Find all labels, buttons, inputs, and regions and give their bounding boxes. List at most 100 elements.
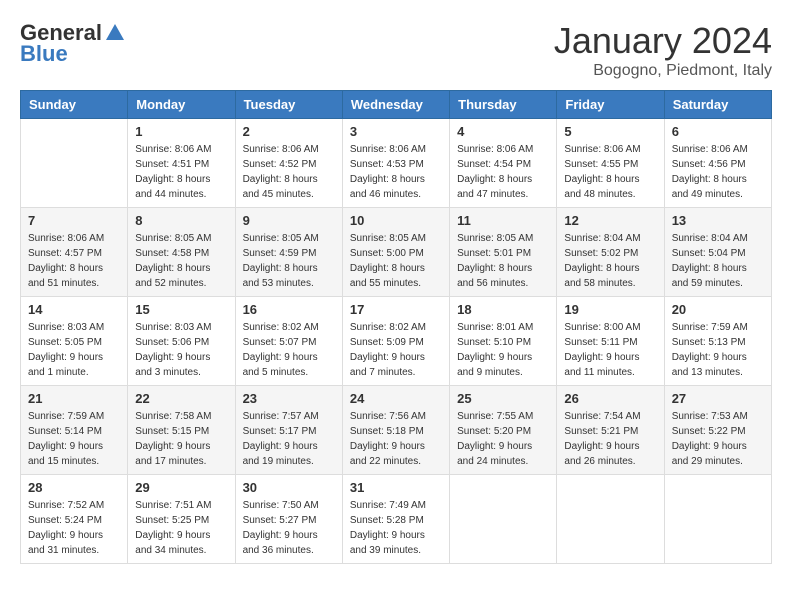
header-friday: Friday: [557, 91, 664, 119]
day-info: Sunrise: 7:51 AMSunset: 5:25 PMDaylight:…: [135, 498, 227, 558]
day-info: Sunrise: 7:53 AMSunset: 5:22 PMDaylight:…: [672, 409, 764, 469]
day-cell: 25Sunrise: 7:55 AMSunset: 5:20 PMDayligh…: [450, 386, 557, 475]
day-cell: 2 Sunrise: 8:06 AMSunset: 4:52 PMDaylight…: [235, 119, 342, 208]
day-cell: [21, 119, 128, 208]
day-cell: 9 Sunrise: 8:05 AMSunset: 4:59 PMDaylight…: [235, 208, 342, 297]
logo-blue-text: Blue: [20, 41, 68, 67]
header-monday: Monday: [128, 91, 235, 119]
day-info: Sunrise: 7:49 AMSunset: 5:28 PMDaylight:…: [350, 498, 442, 558]
day-info: Sunrise: 8:04 AMSunset: 5:02 PMDaylight:…: [564, 231, 656, 291]
day-cell: 29 Sunrise: 7:51 AMSunset: 5:25 PMDayligh…: [128, 475, 235, 564]
day-cell: 22Sunrise: 7:58 AMSunset: 5:15 PMDayligh…: [128, 386, 235, 475]
day-number: 19: [564, 302, 656, 317]
day-number: 5: [564, 124, 656, 139]
day-info: Sunrise: 8:06 AMSunset: 4:56 PMDaylight:…: [672, 142, 764, 202]
header-sunday: Sunday: [21, 91, 128, 119]
day-number: 21: [28, 391, 120, 406]
day-number: 23: [243, 391, 335, 406]
day-number: 27: [672, 391, 764, 406]
day-info: Sunrise: 7:58 AMSunset: 5:15 PMDaylight:…: [135, 409, 227, 469]
day-info: Sunrise: 8:05 AMSunset: 4:58 PMDaylight:…: [135, 231, 227, 291]
day-info: Sunrise: 8:05 AMSunset: 4:59 PMDaylight:…: [243, 231, 335, 291]
day-cell: 28 Sunrise: 7:52 AMSunset: 5:24 PMDayligh…: [21, 475, 128, 564]
day-number: 26: [564, 391, 656, 406]
day-info: Sunrise: 7:56 AMSunset: 5:18 PMDaylight:…: [350, 409, 442, 469]
header-saturday: Saturday: [664, 91, 771, 119]
day-cell: 6 Sunrise: 8:06 AMSunset: 4:56 PMDaylight…: [664, 119, 771, 208]
day-info: Sunrise: 8:06 AMSunset: 4:53 PMDaylight:…: [350, 142, 442, 202]
day-number: 16: [243, 302, 335, 317]
location-title: Bogogno, Piedmont, Italy: [554, 62, 772, 80]
day-cell: 10 Sunrise: 8:05 AMSunset: 5:00 PMDayligh…: [342, 208, 449, 297]
day-info: Sunrise: 7:54 AMSunset: 5:21 PMDaylight:…: [564, 409, 656, 469]
week-row-5: 28 Sunrise: 7:52 AMSunset: 5:24 PMDayligh…: [21, 475, 772, 564]
day-cell: 26 Sunrise: 7:54 AMSunset: 5:21 PMDayligh…: [557, 386, 664, 475]
day-cell: 15 Sunrise: 8:03 AMSunset: 5:06 PMDayligh…: [128, 297, 235, 386]
day-info: Sunrise: 7:59 AMSunset: 5:14 PMDaylight:…: [28, 409, 120, 469]
week-row-3: 14 Sunrise: 8:03 AMSunset: 5:05 PMDayligh…: [21, 297, 772, 386]
day-info: Sunrise: 8:05 AMSunset: 5:01 PMDaylight:…: [457, 231, 549, 291]
day-cell: 19 Sunrise: 8:00 AMSunset: 5:11 PMDayligh…: [557, 297, 664, 386]
day-cell: 1Sunrise: 8:06 AMSunset: 4:51 PMDaylight…: [128, 119, 235, 208]
day-info: Sunrise: 8:06 AMSunset: 4:54 PMDaylight:…: [457, 142, 549, 202]
day-number: 15: [135, 302, 227, 317]
day-number: 20: [672, 302, 764, 317]
day-info: Sunrise: 8:06 AMSunset: 4:57 PMDaylight:…: [28, 231, 120, 291]
header-wednesday: Wednesday: [342, 91, 449, 119]
day-info: Sunrise: 8:03 AMSunset: 5:05 PMDaylight:…: [28, 320, 120, 380]
day-number: 14: [28, 302, 120, 317]
day-number: 8: [135, 213, 227, 228]
day-number: 10: [350, 213, 442, 228]
calendar-table: SundayMondayTuesdayWednesdayThursdayFrid…: [20, 90, 772, 564]
day-number: 3: [350, 124, 442, 139]
day-cell: [557, 475, 664, 564]
day-number: 9: [243, 213, 335, 228]
day-cell: [664, 475, 771, 564]
day-info: Sunrise: 8:02 AMSunset: 5:07 PMDaylight:…: [243, 320, 335, 380]
day-cell: 18Sunrise: 8:01 AMSunset: 5:10 PMDayligh…: [450, 297, 557, 386]
day-cell: 3 Sunrise: 8:06 AMSunset: 4:53 PMDaylight…: [342, 119, 449, 208]
day-cell: 7 Sunrise: 8:06 AMSunset: 4:57 PMDaylight…: [21, 208, 128, 297]
day-number: 11: [457, 213, 549, 228]
day-cell: 23 Sunrise: 7:57 AMSunset: 5:17 PMDayligh…: [235, 386, 342, 475]
page-header: General Blue January 2024 Bogogno, Piedm…: [20, 20, 772, 80]
week-row-4: 21 Sunrise: 7:59 AMSunset: 5:14 PMDayligh…: [21, 386, 772, 475]
month-title: January 2024: [554, 20, 772, 62]
day-info: Sunrise: 8:02 AMSunset: 5:09 PMDaylight:…: [350, 320, 442, 380]
day-number: 7: [28, 213, 120, 228]
day-info: Sunrise: 7:57 AMSunset: 5:17 PMDaylight:…: [243, 409, 335, 469]
day-cell: 24 Sunrise: 7:56 AMSunset: 5:18 PMDayligh…: [342, 386, 449, 475]
day-info: Sunrise: 8:00 AMSunset: 5:11 PMDaylight:…: [564, 320, 656, 380]
day-number: 2: [243, 124, 335, 139]
day-cell: 21 Sunrise: 7:59 AMSunset: 5:14 PMDayligh…: [21, 386, 128, 475]
day-number: 28: [28, 480, 120, 495]
day-info: Sunrise: 7:59 AMSunset: 5:13 PMDaylight:…: [672, 320, 764, 380]
day-cell: 8 Sunrise: 8:05 AMSunset: 4:58 PMDaylight…: [128, 208, 235, 297]
week-row-1: 1Sunrise: 8:06 AMSunset: 4:51 PMDaylight…: [21, 119, 772, 208]
day-cell: [450, 475, 557, 564]
day-number: 31: [350, 480, 442, 495]
day-cell: 4Sunrise: 8:06 AMSunset: 4:54 PMDaylight…: [450, 119, 557, 208]
day-cell: 14 Sunrise: 8:03 AMSunset: 5:05 PMDayligh…: [21, 297, 128, 386]
day-number: 25: [457, 391, 549, 406]
day-info: Sunrise: 8:06 AMSunset: 4:55 PMDaylight:…: [564, 142, 656, 202]
day-number: 29: [135, 480, 227, 495]
day-cell: 13Sunrise: 8:04 AMSunset: 5:04 PMDayligh…: [664, 208, 771, 297]
day-number: 18: [457, 302, 549, 317]
header-tuesday: Tuesday: [235, 91, 342, 119]
day-cell: 27 Sunrise: 7:53 AMSunset: 5:22 PMDayligh…: [664, 386, 771, 475]
day-info: Sunrise: 8:04 AMSunset: 5:04 PMDaylight:…: [672, 231, 764, 291]
day-cell: 12 Sunrise: 8:04 AMSunset: 5:02 PMDayligh…: [557, 208, 664, 297]
title-area: January 2024 Bogogno, Piedmont, Italy: [554, 20, 772, 80]
day-info: Sunrise: 8:05 AMSunset: 5:00 PMDaylight:…: [350, 231, 442, 291]
day-number: 24: [350, 391, 442, 406]
day-info: Sunrise: 8:06 AMSunset: 4:52 PMDaylight:…: [243, 142, 335, 202]
day-info: Sunrise: 7:52 AMSunset: 5:24 PMDaylight:…: [28, 498, 120, 558]
logo-icon: [104, 22, 126, 44]
header-thursday: Thursday: [450, 91, 557, 119]
day-cell: 31 Sunrise: 7:49 AMSunset: 5:28 PMDayligh…: [342, 475, 449, 564]
day-number: 6: [672, 124, 764, 139]
day-info: Sunrise: 8:03 AMSunset: 5:06 PMDaylight:…: [135, 320, 227, 380]
week-row-2: 7 Sunrise: 8:06 AMSunset: 4:57 PMDaylight…: [21, 208, 772, 297]
day-number: 12: [564, 213, 656, 228]
